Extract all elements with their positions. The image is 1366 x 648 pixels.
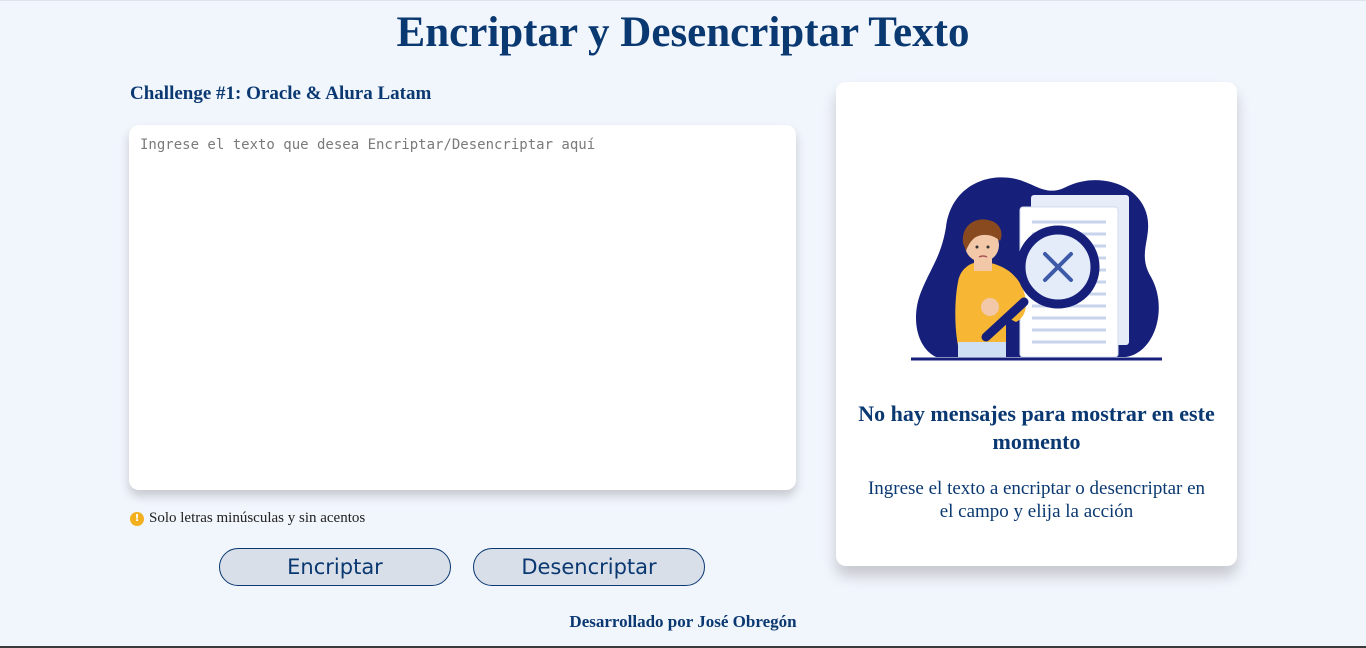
output-empty-title: No hay mensajes para mostrar en este mom… xyxy=(858,401,1215,454)
input-hint: ! Solo letras minúsculas y sin acentos xyxy=(130,510,365,527)
encrypt-button[interactable]: Encriptar xyxy=(219,548,451,586)
exclamation-icon: ! xyxy=(130,511,144,526)
output-card: No hay mensajes para mostrar en este mom… xyxy=(836,82,1237,566)
hint-text: Solo letras minúsculas y sin acentos xyxy=(149,510,366,526)
footer: Desarrollado por José Obregón xyxy=(0,612,1366,632)
footer-credit: Desarrollado por José Obregón xyxy=(569,612,797,631)
page-title: Encriptar y Desencriptar Texto xyxy=(396,9,970,56)
search-illustration xyxy=(911,177,1162,361)
text-input-container xyxy=(129,125,796,490)
decrypt-button[interactable]: Desencriptar xyxy=(473,548,705,586)
output-empty-text: Ingrese el texto a encriptar o desencrip… xyxy=(867,478,1206,522)
text-input[interactable] xyxy=(129,125,796,490)
challenge-subtitle: Challenge #1: Oracle & Alura Latam xyxy=(130,83,432,104)
